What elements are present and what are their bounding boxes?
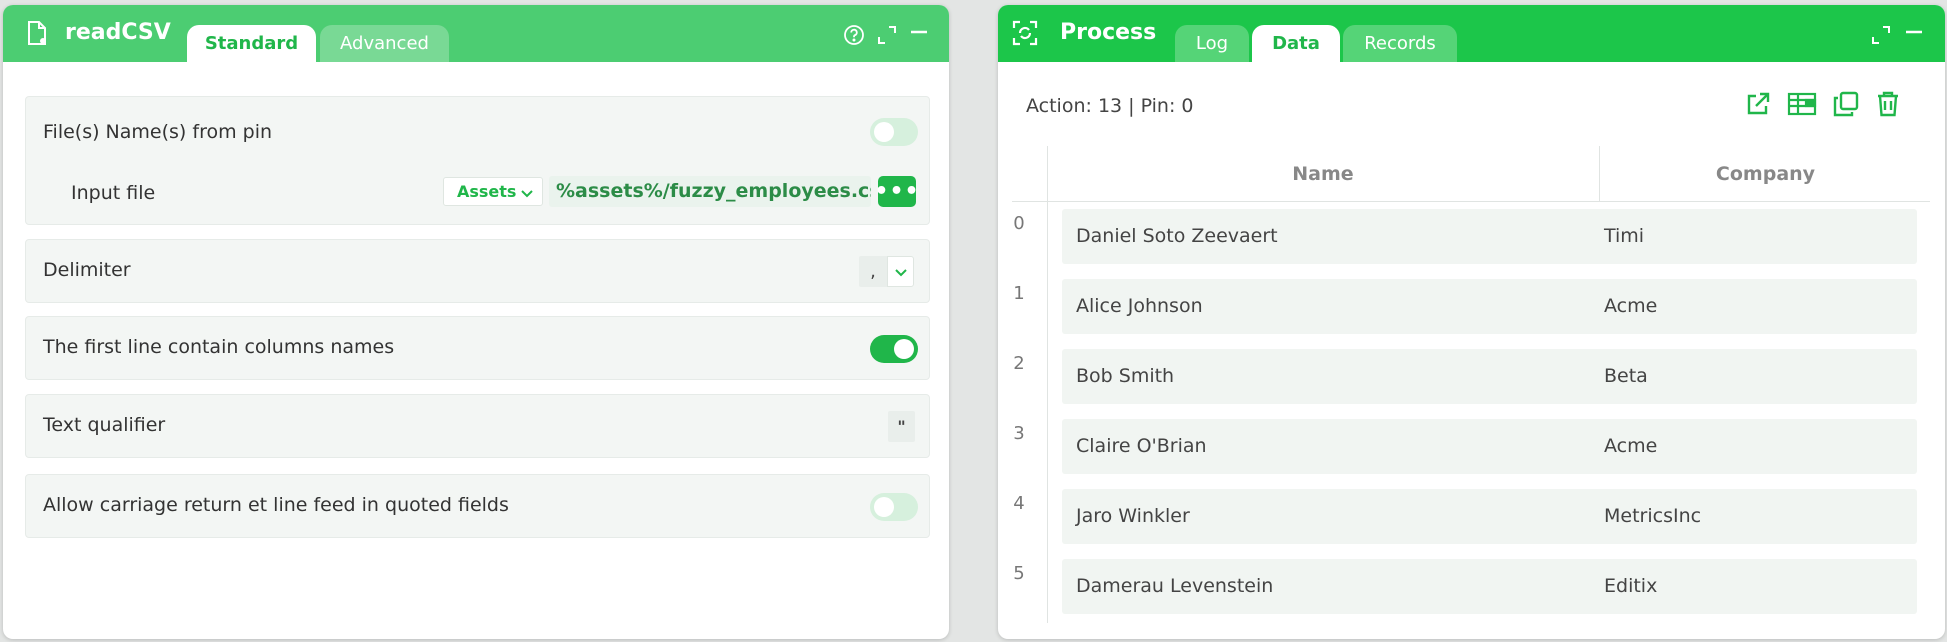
table-row[interactable]: Alice Johnson Acme <box>1062 279 1917 334</box>
process-panel: Process Log Data Records Action: 13 | Pi… <box>998 5 1945 639</box>
cell-name: Claire O'Brian <box>1076 435 1207 457</box>
tab-data[interactable]: Data <box>1252 25 1340 62</box>
tab-advanced[interactable]: Advanced <box>320 25 449 62</box>
readcsv-panel: readCSV Standard Advanced File(s) Name(s… <box>3 5 949 639</box>
tab-standard[interactable]: Standard <box>187 25 316 62</box>
allow-crlf-toggle[interactable] <box>870 493 918 521</box>
header-line-card: The first line contain columns names <box>25 316 930 380</box>
delimiter-card: Delimiter , <box>25 239 930 303</box>
delimiter-label: Delimiter <box>43 259 131 281</box>
trash-icon[interactable] <box>1872 88 1904 120</box>
allow-crlf-label: Allow carriage return et line feed in qu… <box>43 494 509 516</box>
cell-company: Acme <box>1604 295 1658 317</box>
browse-button[interactable]: ••• <box>874 176 919 207</box>
minimize-icon[interactable] <box>1901 22 1927 48</box>
expand-icon[interactable] <box>1868 22 1894 48</box>
table-row[interactable]: Daniel Soto Zeevaert Timi <box>1062 209 1917 264</box>
cell-name: Alice Johnson <box>1076 295 1203 317</box>
table-row[interactable]: Claire O'Brian Acme <box>1062 419 1917 474</box>
source-select[interactable]: Assets <box>443 177 543 206</box>
row-index: 1 <box>1013 283 1025 304</box>
input-file-label: Input file <box>71 182 156 204</box>
row-index: 5 <box>1013 563 1025 584</box>
help-icon[interactable] <box>841 22 867 48</box>
header-line-label: The first line contain columns names <box>43 336 395 358</box>
table-row[interactable]: Bob Smith Beta <box>1062 349 1917 404</box>
panel-title: readCSV <box>65 20 171 45</box>
file-icon <box>23 19 51 47</box>
table-row[interactable]: Jaro Winkler MetricsInc <box>1062 489 1917 544</box>
copy-icon[interactable] <box>1830 88 1862 120</box>
source-select-value: Assets <box>457 182 517 201</box>
files-from-pin-toggle[interactable] <box>870 118 918 146</box>
row-index: 4 <box>1013 493 1025 514</box>
cell-company: Beta <box>1604 365 1648 387</box>
minimize-icon[interactable] <box>906 22 932 48</box>
cell-name: Damerau Levenstein <box>1076 575 1274 597</box>
open-external-icon[interactable] <box>1742 88 1774 120</box>
file-source-card: File(s) Name(s) from pin Input file Asse… <box>25 96 930 225</box>
header-divider <box>1012 201 1930 202</box>
chevron-down-icon <box>894 268 907 276</box>
header-line-toggle[interactable] <box>870 335 918 363</box>
input-file-path[interactable]: %assets%/fuzzy_employees.csv <box>549 176 871 207</box>
action-info: Action: 13 | Pin: 0 <box>1026 95 1194 117</box>
table-view-icon[interactable] <box>1786 88 1818 120</box>
row-index: 0 <box>1013 213 1025 234</box>
index-column-divider <box>1047 146 1048 623</box>
panel-title: Process <box>1060 20 1157 45</box>
tab-records[interactable]: Records <box>1343 25 1457 62</box>
column-header-name[interactable]: Name <box>1118 163 1528 185</box>
cell-company: MetricsInc <box>1604 505 1702 527</box>
expand-icon[interactable] <box>874 22 900 48</box>
cell-name: Bob Smith <box>1076 365 1175 387</box>
text-qualifier-label: Text qualifier <box>43 414 166 436</box>
row-index: 3 <box>1013 423 1025 444</box>
delimiter-dropdown[interactable] <box>887 256 914 287</box>
allow-crlf-card: Allow carriage return et line feed in qu… <box>25 474 930 538</box>
column-header-company[interactable]: Company <box>1618 163 1913 185</box>
chevron-down-icon <box>520 185 534 204</box>
row-index: 2 <box>1013 353 1025 374</box>
cell-name: Jaro Winkler <box>1076 505 1190 527</box>
cell-company: Acme <box>1604 435 1658 457</box>
cell-company: Editix <box>1604 575 1658 597</box>
text-qualifier-card: Text qualifier " <box>25 394 930 458</box>
delimiter-value[interactable]: , <box>859 256 887 287</box>
process-icon <box>1011 19 1039 47</box>
files-from-pin-label: File(s) Name(s) from pin <box>43 121 273 143</box>
text-qualifier-value[interactable]: " <box>888 411 915 442</box>
column-divider <box>1599 146 1600 202</box>
cell-company: Timi <box>1604 225 1645 247</box>
tab-log[interactable]: Log <box>1175 25 1249 62</box>
cell-name: Daniel Soto Zeevaert <box>1076 225 1278 247</box>
process-header: Process Log Data Records <box>998 5 1945 62</box>
table-row[interactable]: Damerau Levenstein Editix <box>1062 559 1917 614</box>
readcsv-header: readCSV Standard Advanced <box>3 5 949 62</box>
